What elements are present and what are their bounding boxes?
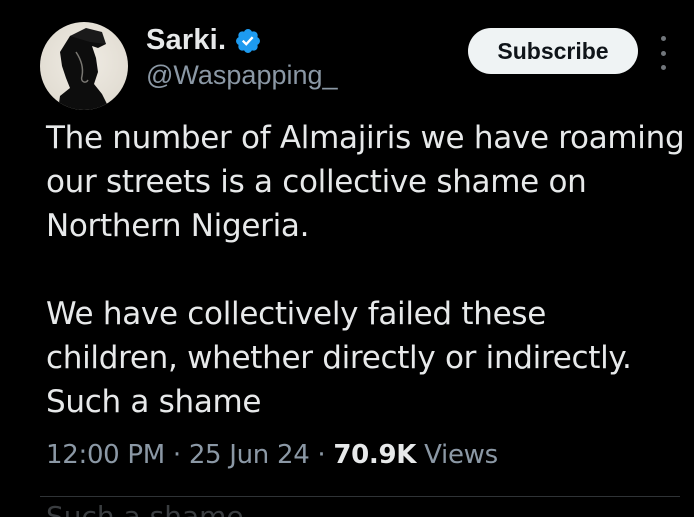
ghost-text: Such a shame <box>46 500 244 517</box>
divider <box>40 496 680 497</box>
meta-separator: · <box>317 440 326 470</box>
tweet-text: The number of Almajiris we have roaming … <box>46 116 686 424</box>
dot <box>660 65 666 70</box>
dot <box>660 50 666 56</box>
tweet-paragraph-2: We have collectively failed these childr… <box>46 296 632 420</box>
tweet-meta: 12:00 PM · 25 Jun 24 · 70.9K Views <box>46 440 498 470</box>
author-name-row: Sarki. <box>146 24 262 57</box>
meta-separator: · <box>172 440 181 470</box>
tweet-paragraph-1: The number of Almajiris we have roaming … <box>46 120 685 244</box>
avatar[interactable] <box>40 22 128 110</box>
subscribe-button[interactable]: Subscribe <box>468 28 638 74</box>
display-name[interactable]: Sarki. <box>146 24 226 57</box>
author-handle[interactable]: @Waspapping_ <box>146 60 338 91</box>
tweet-time[interactable]: 12:00 PM <box>46 440 165 470</box>
more-vertical-icon[interactable] <box>656 36 670 70</box>
tweet-card: Sarki. @Waspapping_ Subscribe The number… <box>0 0 694 517</box>
verified-badge-icon <box>234 27 262 55</box>
views-count: 70.9K <box>333 440 417 470</box>
views-label: Views <box>424 440 498 470</box>
avatar-silhouette-icon <box>58 28 110 110</box>
dot <box>660 36 666 41</box>
tweet-date[interactable]: 25 Jun 24 <box>189 440 310 470</box>
